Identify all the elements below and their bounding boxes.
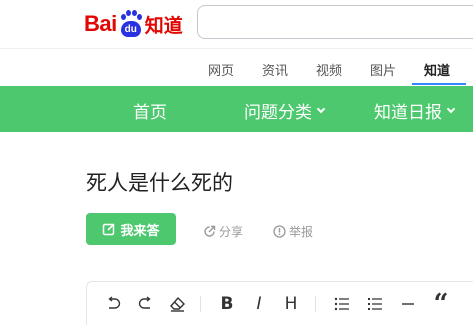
warning-icon: [273, 225, 286, 238]
main-nav: 首页 问题分类 知道日报: [0, 86, 473, 132]
ordered-list-icon[interactable]: [365, 294, 385, 314]
share-link[interactable]: 分享: [203, 223, 243, 240]
share-label: 分享: [219, 225, 244, 239]
channel-tab-web[interactable]: 网页: [208, 60, 234, 79]
italic-icon[interactable]: I: [249, 294, 269, 314]
search-input[interactable]: [197, 5, 473, 39]
toolbar-divider: [315, 296, 316, 312]
answer-button-label: 我来答: [120, 223, 160, 239]
logo-text-bai: Bai: [84, 11, 117, 36]
nav-item-label: 首页: [133, 103, 167, 123]
report-link[interactable]: 举报: [273, 223, 313, 240]
active-tab-indicator: [412, 83, 466, 85]
question-title: 死人是什么死的: [86, 171, 233, 195]
share-icon: [204, 225, 216, 237]
logo-text-zhidao: 知道: [144, 14, 183, 37]
answer-editor: B I H “: [86, 281, 473, 325]
chevron-down-icon: [316, 104, 326, 113]
baidu-zhidao-logo[interactable]: Bai du 知道: [84, 8, 183, 40]
chevron-down-icon: [446, 104, 456, 113]
undo-icon[interactable]: [104, 294, 124, 314]
eraser-icon[interactable]: [168, 294, 188, 314]
channel-tab-zhidao[interactable]: 知道: [424, 60, 450, 79]
horizontal-rule-icon[interactable]: [398, 294, 418, 314]
quote-icon[interactable]: “: [431, 289, 451, 319]
answer-button[interactable]: 我来答: [86, 213, 176, 245]
redo-icon[interactable]: [135, 294, 155, 314]
nav-item-categories[interactable]: 问题分类: [244, 98, 326, 123]
channel-tabs: 网页 资讯 视频 图片 知道: [0, 48, 473, 86]
edit-icon: [103, 223, 116, 236]
nav-item-home[interactable]: 首页: [133, 98, 167, 123]
bold-icon[interactable]: B: [217, 294, 237, 314]
channel-tab-news[interactable]: 资讯: [262, 60, 288, 79]
nav-item-label: 知道日报: [374, 103, 442, 123]
channel-tab-video[interactable]: 视频: [316, 60, 342, 79]
nav-item-label: 问题分类: [244, 103, 312, 123]
nav-item-daily[interactable]: 知道日报: [374, 98, 456, 123]
heading-icon[interactable]: H: [281, 294, 301, 314]
report-label: 举报: [289, 225, 314, 239]
site-header: Bai du 知道: [0, 0, 473, 48]
paw-logo-icon: du: [118, 10, 144, 38]
channel-tab-images[interactable]: 图片: [370, 60, 396, 79]
unordered-list-icon[interactable]: [332, 294, 352, 314]
logo-text-du: du: [120, 21, 141, 37]
toolbar-divider: [200, 296, 201, 312]
